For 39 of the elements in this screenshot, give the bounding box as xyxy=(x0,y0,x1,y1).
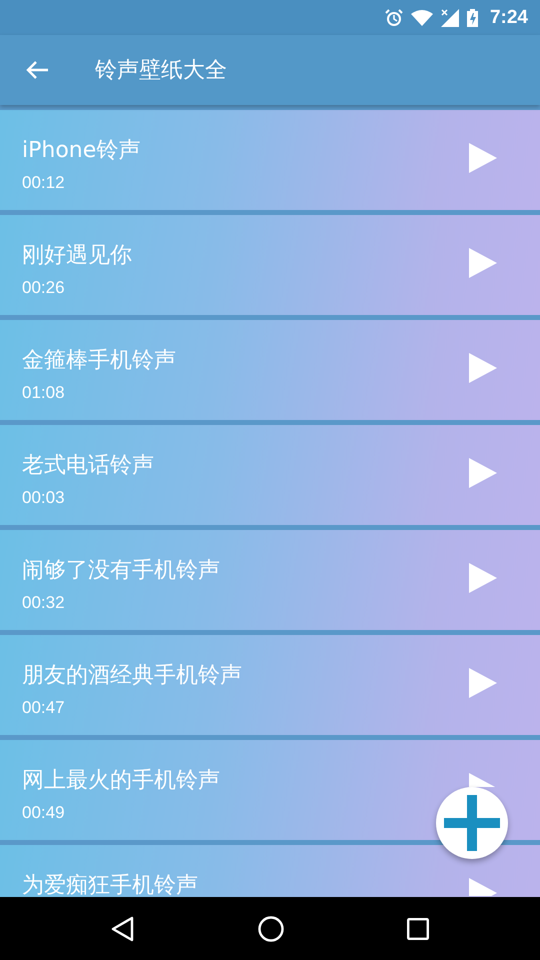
signal-icon xyxy=(440,8,459,26)
battery-icon xyxy=(466,8,478,26)
back-icon[interactable] xyxy=(111,916,136,942)
ringtone-title: 网上最火的手机铃声 xyxy=(22,767,220,795)
ringtone-title: 金箍棒手机铃声 xyxy=(22,347,176,375)
play-icon[interactable] xyxy=(469,458,497,488)
play-icon[interactable] xyxy=(469,353,497,383)
ringtone-duration: 00:47 xyxy=(22,698,66,718)
ringtone-item[interactable]: 朋友的酒经典手机铃声 00:47 xyxy=(0,635,540,735)
ringtone-duration: 00:12 xyxy=(22,173,66,193)
play-icon[interactable] xyxy=(469,563,497,593)
wifi-icon xyxy=(410,10,433,26)
app-title: 铃声壁纸大全 xyxy=(95,57,227,85)
play-icon[interactable] xyxy=(469,143,497,173)
home-icon[interactable] xyxy=(258,916,284,942)
status-time: 7:24 xyxy=(490,6,528,28)
recents-icon[interactable] xyxy=(406,918,429,940)
ringtone-duration: 00:26 xyxy=(22,278,66,298)
ringtone-item[interactable]: 为爱痴狂手机铃声 xyxy=(0,845,540,897)
ringtone-title: 刚好遇见你 xyxy=(22,242,132,270)
ringtone-title: iPhone铃声 xyxy=(22,137,140,165)
ringtone-duration: 00:49 xyxy=(22,803,66,823)
ringtone-item[interactable]: 金箍棒手机铃声 01:08 xyxy=(0,320,540,420)
ringtone-title: 为爱痴狂手机铃声 xyxy=(22,872,198,897)
ringtone-item[interactable]: 网上最火的手机铃声 00:49 xyxy=(0,740,540,840)
ringtone-title: 闹够了没有手机铃声 xyxy=(22,557,220,585)
back-arrow-icon[interactable] xyxy=(25,60,49,80)
ringtone-duration: 00:03 xyxy=(22,488,66,508)
play-icon[interactable] xyxy=(469,668,497,698)
play-icon[interactable] xyxy=(469,248,497,278)
ringtone-item[interactable]: 刚好遇见你 00:26 xyxy=(0,215,540,315)
alarm-icon xyxy=(384,8,403,26)
ringtone-title: 老式电话铃声 xyxy=(22,452,154,480)
ringtone-duration: 00:32 xyxy=(22,593,66,613)
ringtone-duration: 01:08 xyxy=(22,383,66,403)
ringtone-item[interactable]: iPhone铃声 00:12 xyxy=(0,110,540,210)
ringtone-item[interactable]: 闹够了没有手机铃声 00:32 xyxy=(0,530,540,630)
ringtone-item[interactable]: 老式电话铃声 00:03 xyxy=(0,425,540,525)
ringtone-title: 朋友的酒经典手机铃声 xyxy=(22,662,242,690)
